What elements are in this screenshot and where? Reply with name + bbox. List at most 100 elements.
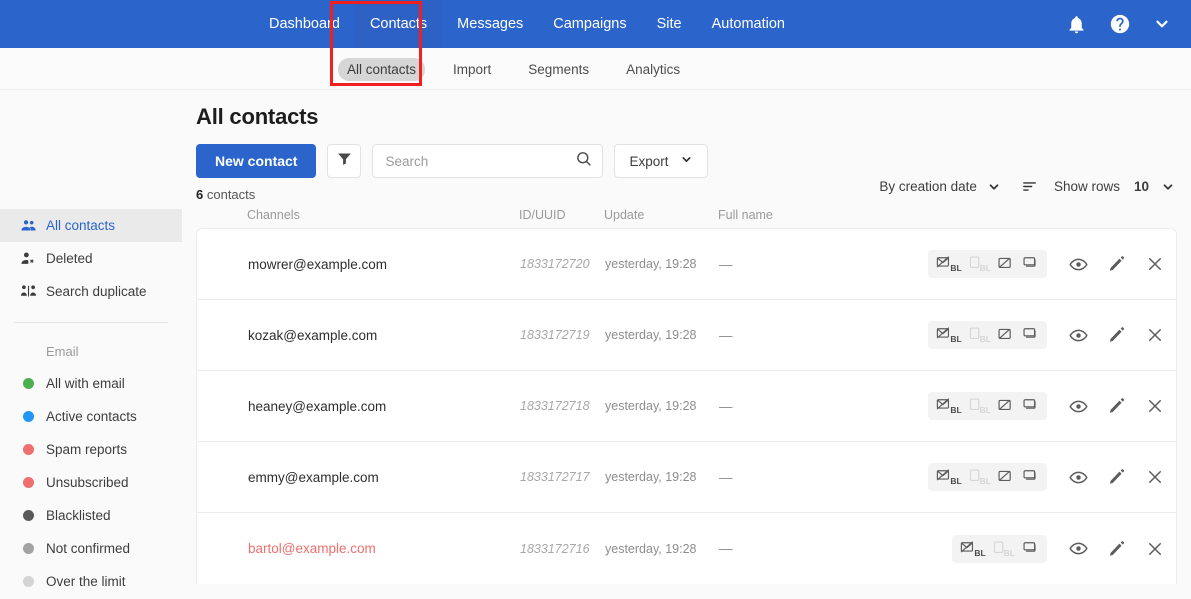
sms-blacklist-icon[interactable]: BL (968, 255, 991, 273)
contact-id: 1833172716 (520, 541, 590, 556)
chat-icon[interactable] (1021, 326, 1039, 344)
row-actions: BL BL (952, 534, 1164, 563)
email-blacklist-icon[interactable]: BL (936, 468, 962, 486)
sidebar-filter-over-the-limit[interactable]: Over the limit (0, 565, 182, 598)
chat-icon[interactable] (1021, 468, 1039, 486)
top-nav-item-dashboard[interactable]: Dashboard (254, 0, 355, 48)
sort-icon[interactable] (1021, 178, 1038, 195)
sidebar-item-label: Search duplicate (46, 284, 147, 299)
table-row[interactable]: mowrer@example.com 1833172720 yesterday, 1… (197, 229, 1176, 300)
toolbar: New contact Export (182, 130, 1191, 178)
edit-icon[interactable] (1108, 397, 1126, 415)
sub-nav-item-all-contacts[interactable]: All contacts (338, 57, 426, 81)
edit-icon[interactable] (1108, 326, 1126, 344)
edit-icon[interactable] (1108, 468, 1126, 486)
push-icon[interactable] (997, 326, 1015, 344)
sidebar-filter-label: Over the limit (46, 574, 126, 589)
chat-icon[interactable] (1021, 540, 1039, 558)
export-button[interactable]: Export (614, 144, 708, 178)
row-actions: BL BL (928, 250, 1164, 278)
sidebar-filter-spam-reports[interactable]: Spam reports (0, 433, 182, 466)
chat-icon[interactable] (1021, 255, 1039, 273)
search-box[interactable] (372, 144, 604, 178)
sidebar-divider (14, 322, 168, 323)
help-icon[interactable] (1109, 13, 1131, 35)
delete-icon[interactable] (1146, 540, 1164, 558)
delete-icon[interactable] (1146, 468, 1164, 486)
delete-icon[interactable] (1146, 397, 1164, 415)
top-nav-items: Dashboard Contacts Messages Campaigns Site Au… (254, 0, 800, 48)
status-dot-icon (20, 510, 46, 521)
contact-id: 1833172719 (520, 328, 590, 342)
sub-nav-item-analytics[interactable]: Analytics (617, 58, 689, 81)
view-icon[interactable] (1069, 468, 1088, 487)
chat-icon[interactable] (1021, 397, 1039, 415)
push-icon[interactable] (997, 255, 1015, 273)
push-icon[interactable] (997, 397, 1015, 415)
export-label: Export (629, 153, 669, 169)
edit-icon[interactable] (1108, 255, 1126, 273)
sort-selector[interactable]: By creation date (879, 179, 1001, 194)
view-icon[interactable] (1069, 397, 1088, 416)
sidebar-filter-all-with-email[interactable]: All with email (0, 367, 182, 400)
table-row[interactable]: kozak@example.com 1833172719 yesterday, 19… (197, 300, 1176, 371)
sub-navigation-bar: All contacts Import Segments Analytics (0, 48, 1191, 90)
contacts-table: mowrer@example.com 1833172720 yesterday, 1… (196, 228, 1177, 584)
chevron-down-icon[interactable] (1153, 15, 1171, 33)
delete-icon[interactable] (1146, 255, 1164, 273)
chevron-down-icon (1161, 180, 1175, 194)
channel-status-group: BL BL (952, 534, 1047, 563)
new-contact-button[interactable]: New contact (196, 144, 317, 178)
sms-blacklist-icon[interactable]: BL (968, 397, 991, 415)
email-blacklist-icon[interactable]: BL (936, 326, 962, 344)
bell-icon[interactable] (1066, 14, 1087, 35)
sidebar-item-deleted[interactable]: Deleted (0, 242, 182, 275)
top-nav-item-messages[interactable]: Messages (442, 0, 538, 48)
push-icon[interactable] (997, 468, 1015, 486)
contact-fullname: — (719, 327, 733, 343)
view-icon[interactable] (1069, 255, 1088, 274)
table-row[interactable]: bartol@example.com 1833172716 yesterday, 1… (197, 513, 1176, 584)
sidebar-filter-blacklisted[interactable]: Blacklisted (0, 499, 182, 532)
top-nav-item-site[interactable]: Site (642, 0, 697, 48)
sidebar-filter-unsubscribed[interactable]: Unsubscribed (0, 466, 182, 499)
table-row[interactable]: emmy@example.com 1833172717 yesterday, 19:… (197, 442, 1176, 513)
sidebar-item-all-contacts[interactable]: All contacts (0, 209, 182, 242)
email-blacklist-icon[interactable]: BL (960, 540, 986, 558)
channel-status-group: BL BL (928, 321, 1047, 349)
sms-blacklist-icon[interactable]: BL (968, 468, 991, 486)
duplicate-people-icon (20, 283, 46, 300)
show-rows-selector[interactable]: Show rows 10 (1054, 179, 1175, 194)
filter-button[interactable] (327, 144, 362, 178)
main-content: All contacts New contact Expor (182, 90, 1191, 599)
search-icon[interactable] (575, 150, 592, 172)
view-icon[interactable] (1069, 326, 1088, 345)
email-blacklist-icon[interactable]: BL (936, 397, 962, 415)
sidebar-filter-label: Spam reports (46, 442, 128, 457)
top-nav-item-campaigns[interactable]: Campaigns (538, 0, 641, 48)
sidebar-filter-active-contacts[interactable]: Active contacts (0, 400, 182, 433)
sms-blacklist-icon[interactable]: BL (968, 326, 991, 344)
table-controls: By creation date Show rows 10 (879, 178, 1175, 195)
sidebar-filter-list: All with email Active contacts Spam report… (0, 367, 182, 598)
sub-nav-item-segments[interactable]: Segments (519, 58, 598, 81)
email-blacklist-icon[interactable]: BL (936, 255, 962, 273)
search-input[interactable] (385, 153, 576, 169)
edit-icon[interactable] (1108, 540, 1126, 558)
top-nav-item-contacts[interactable]: Contacts (354, 0, 443, 48)
table-row[interactable]: heaney@example.com 1833172718 yesterday, 1… (197, 371, 1176, 442)
sidebar-item-label: All contacts (46, 218, 116, 233)
sidebar-filter-label: Blacklisted (46, 508, 111, 523)
top-nav-item-automation[interactable]: Automation (697, 0, 800, 48)
row-action-buttons (1069, 397, 1164, 416)
status-dot-icon (20, 477, 46, 488)
sidebar-filter-not-confirmed[interactable]: Not confirmed (0, 532, 182, 565)
sort-label: By creation date (879, 179, 977, 194)
sidebar-group-label: Email (46, 344, 79, 359)
row-actions: BL BL (928, 463, 1164, 491)
sms-blacklist-icon[interactable]: BL (992, 540, 1015, 558)
sidebar-item-search-duplicate[interactable]: Search duplicate (0, 275, 182, 308)
view-icon[interactable] (1069, 539, 1088, 558)
delete-icon[interactable] (1146, 326, 1164, 344)
sub-nav-item-import[interactable]: Import (444, 58, 500, 81)
